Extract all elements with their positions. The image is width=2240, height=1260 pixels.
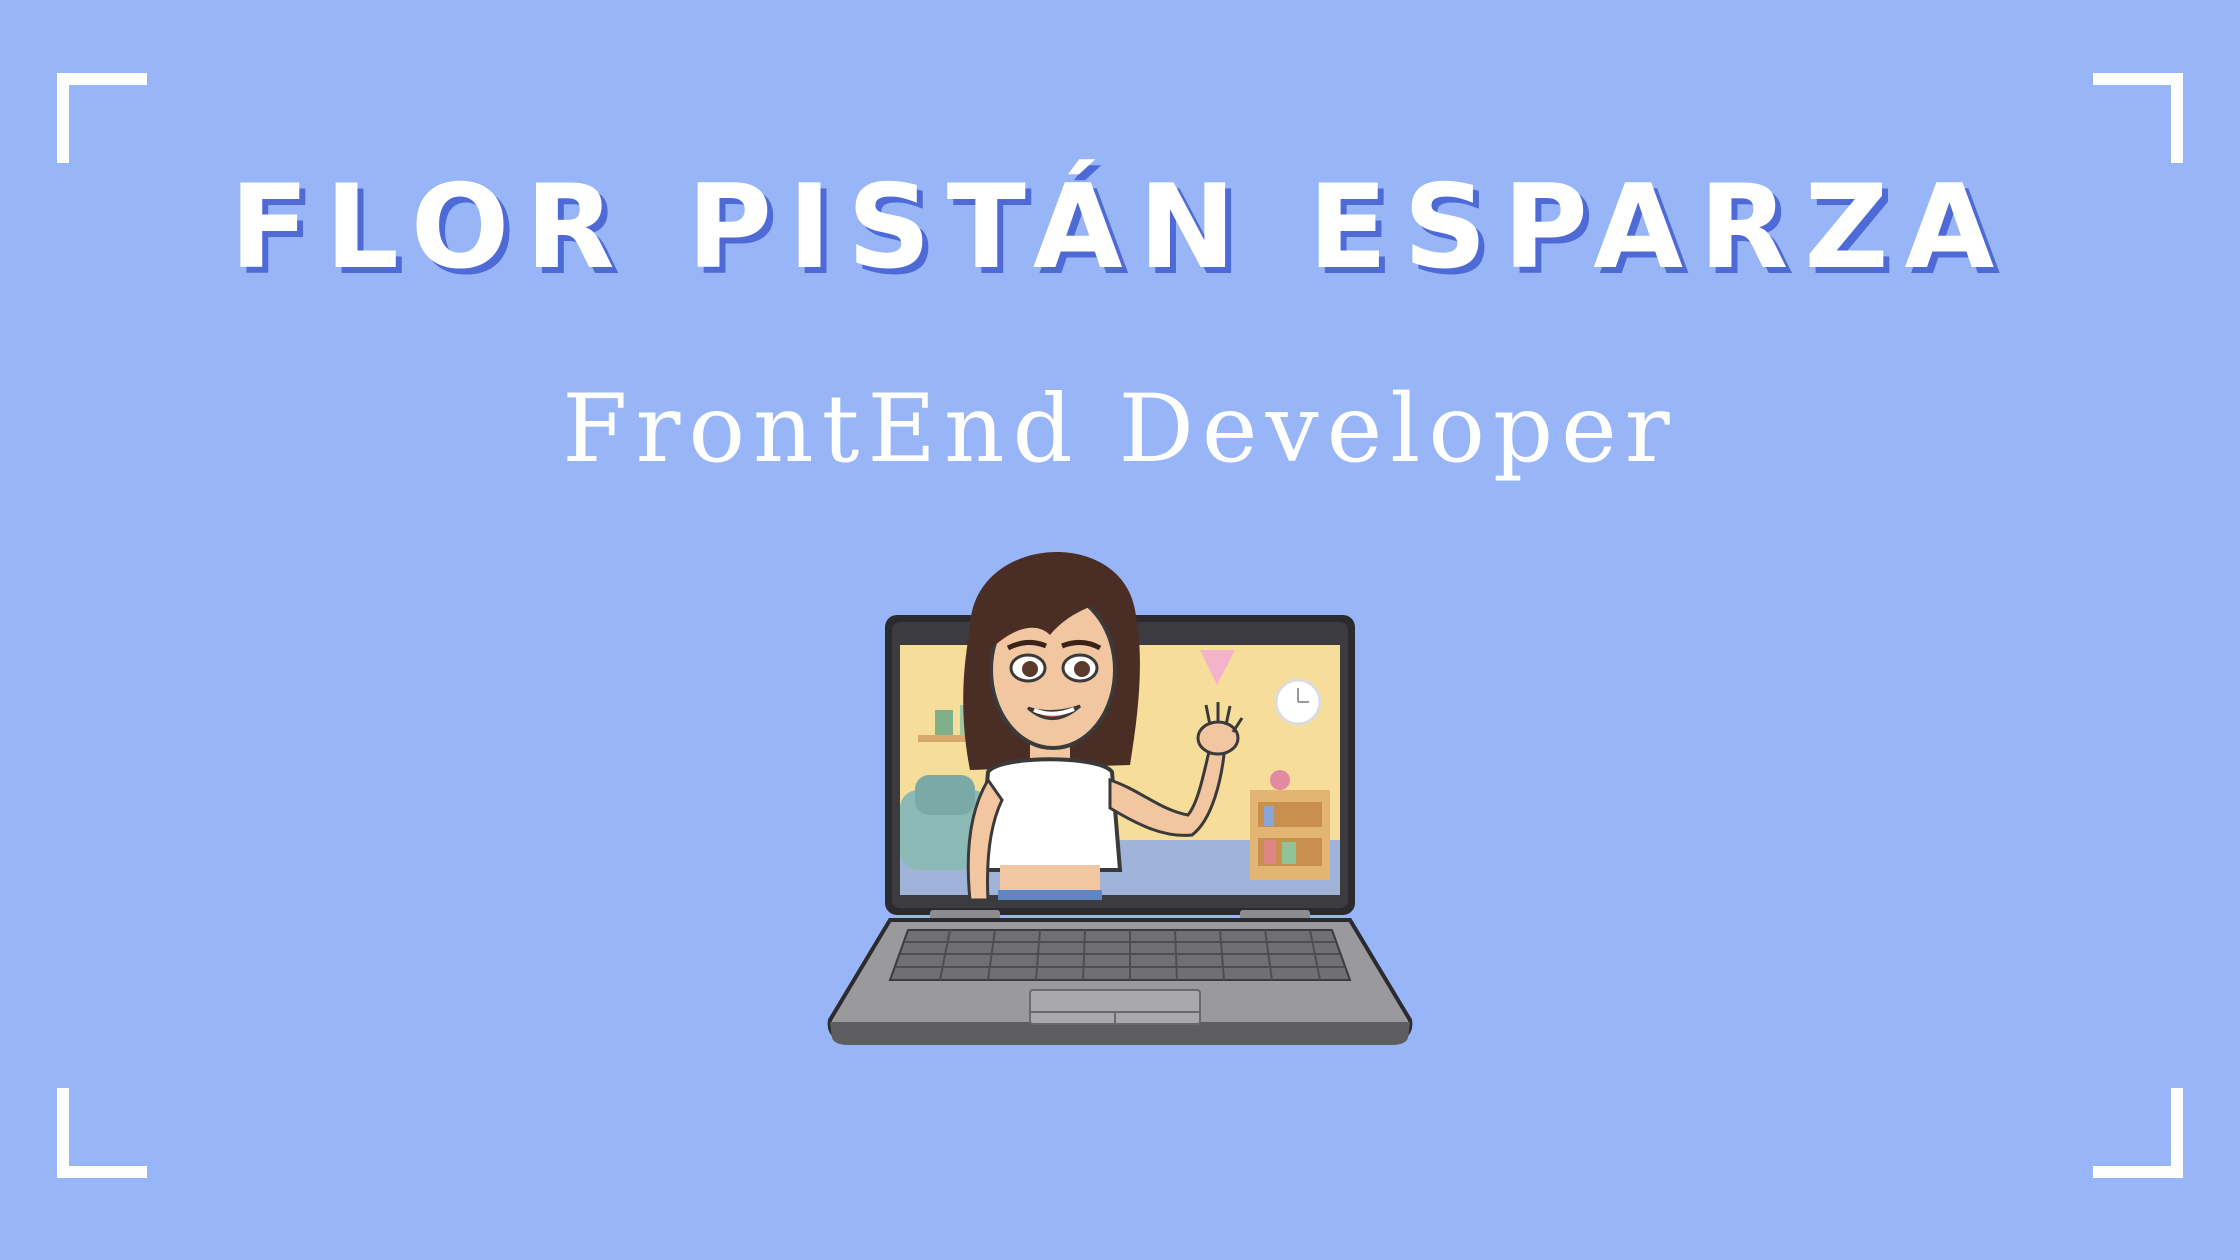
corner-bracket-bottom-left: [57, 1088, 147, 1178]
page-title: FLOR PISTÁN ESPARZA: [229, 160, 2011, 295]
corner-bracket-bottom-right: [2093, 1088, 2183, 1178]
corner-bracket-top-right: [2093, 73, 2183, 163]
laptop-avatar-waving-icon: [820, 540, 1420, 1060]
corner-bracket-top-left: [57, 73, 147, 163]
page-subtitle: FrontEnd Developer: [562, 375, 1678, 484]
